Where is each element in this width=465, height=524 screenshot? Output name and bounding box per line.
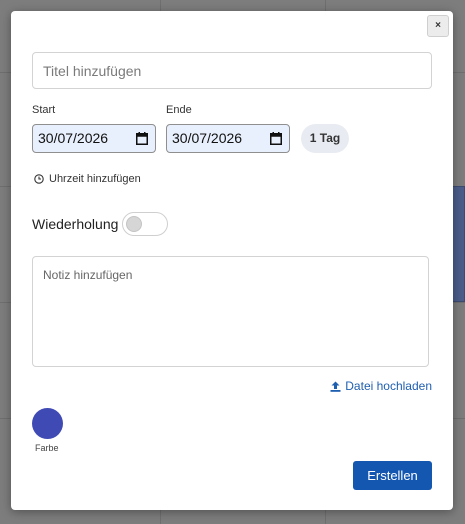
calendar-icon[interactable]	[136, 132, 148, 145]
close-button[interactable]: ×	[427, 15, 449, 37]
title-input[interactable]	[32, 52, 432, 89]
color-picker[interactable]	[32, 408, 63, 439]
calendar-icon[interactable]	[270, 132, 282, 145]
upload-file-link[interactable]: Datei hochladen	[330, 379, 432, 393]
end-date-value: 30/07/2026	[172, 130, 243, 146]
upload-label: Datei hochladen	[345, 379, 432, 393]
create-event-dialog: × Start Ende 30/07/2026 30/07/2026 1 Tag…	[11, 11, 453, 510]
add-time-link[interactable]: Uhrzeit hinzufügen	[34, 173, 141, 185]
note-textarea[interactable]	[32, 256, 429, 367]
upload-icon	[330, 381, 341, 392]
start-date-input[interactable]: 30/07/2026	[32, 124, 156, 153]
repeat-toggle[interactable]	[122, 212, 168, 236]
add-time-label: Uhrzeit hinzufügen	[49, 173, 141, 185]
end-label: Ende	[166, 104, 192, 116]
create-button[interactable]: Erstellen	[353, 461, 432, 490]
repeat-label: Wiederholung	[32, 216, 119, 232]
color-label: Farbe	[35, 443, 59, 453]
toggle-knob	[126, 216, 142, 232]
calendar-event-block[interactable]	[452, 186, 465, 302]
start-date-value: 30/07/2026	[38, 130, 109, 146]
end-date-input[interactable]: 30/07/2026	[166, 124, 290, 153]
start-label: Start	[32, 104, 56, 116]
duration-badge: 1 Tag	[301, 124, 349, 153]
close-icon: ×	[435, 20, 441, 31]
clock-icon	[34, 174, 44, 184]
